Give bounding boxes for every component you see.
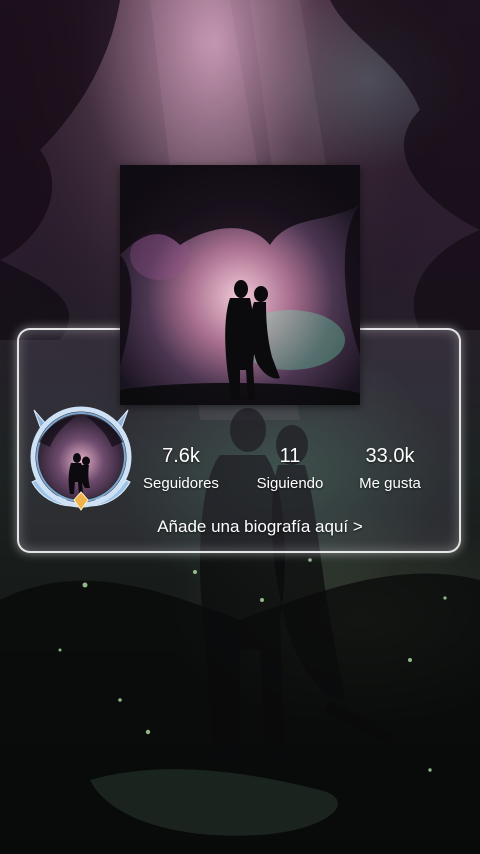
- stat-following[interactable]: 11 Siguiendo: [235, 444, 345, 494]
- cover-artwork: [120, 165, 360, 405]
- following-count: 11: [279, 445, 301, 467]
- cover-image[interactable]: [120, 165, 360, 405]
- stat-followers[interactable]: 7.6k Seguidores: [126, 444, 236, 494]
- avatar-badge-icon: [30, 406, 132, 511]
- avatar[interactable]: [26, 402, 136, 512]
- add-bio-link[interactable]: Añade una biografía aquí >: [0, 516, 480, 538]
- likes-count: 33.0k: [365, 445, 415, 467]
- likes-label: Me gusta: [359, 475, 421, 492]
- stat-likes[interactable]: 33.0k Me gusta: [335, 444, 445, 494]
- followers-label: Seguidores: [143, 475, 219, 492]
- followers-count: 7.6k: [162, 445, 200, 467]
- following-label: Siguiendo: [256, 475, 324, 492]
- profile-screen: 7.6k Seguidores 11 Siguiendo 33.0k Me gu…: [0, 0, 480, 854]
